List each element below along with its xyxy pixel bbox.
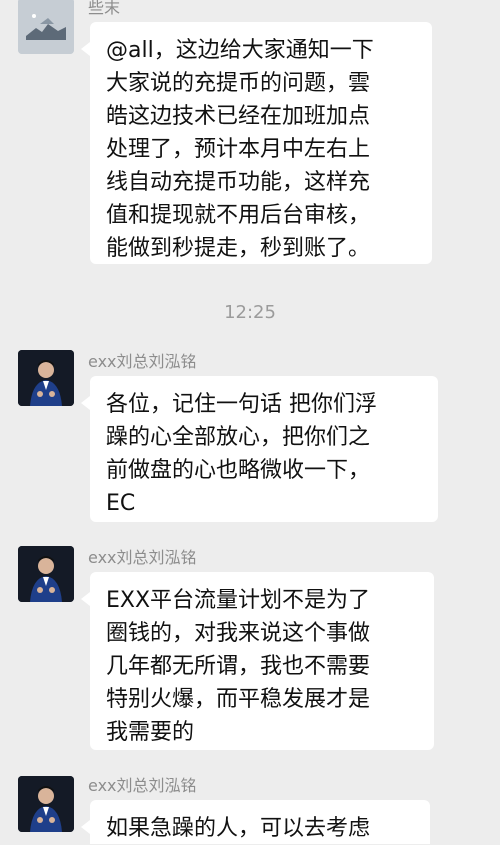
message-text-line: 前做盘的心也略微收一下， bbox=[106, 458, 371, 483]
message-text-line: EXX平台流量计划不是为了 bbox=[106, 588, 371, 613]
sender-name: exx刘总刘泓铭 bbox=[88, 776, 197, 795]
message-bubble[interactable]: EXX平台流量计划不是为了 圈钱的，对我来说这个事做 几年都无所谓，我也不需要 … bbox=[81, 572, 434, 750]
sender-name: exx刘总刘泓铭 bbox=[88, 352, 197, 371]
landscape-avatar[interactable] bbox=[18, 0, 74, 54]
message-text-line: 几年都无所谓，我也不需要 bbox=[106, 654, 371, 679]
message-text-line: @all，这边给大家通知一下 bbox=[106, 38, 374, 63]
message-text-line: 能做到秒提走，秒到账了。 bbox=[106, 236, 371, 261]
message-text-line: 特别火爆，而平稳发展才是 bbox=[106, 687, 371, 712]
message-text-line: 线自动充提币功能，这样充 bbox=[106, 170, 371, 195]
person-avatar[interactable] bbox=[18, 350, 74, 406]
message-text-line: 皓这边技术已经在加班加点 bbox=[106, 104, 371, 129]
message-bubble[interactable]: 各位，记住一句话 把你们浮 躁的心全部放心，把你们之 前做盘的心也略微收一下， … bbox=[81, 376, 438, 522]
message-text-line: EC bbox=[106, 491, 136, 516]
message-text-line: 各位，记住一句话 把你们浮 bbox=[106, 392, 377, 417]
message-text-line: 圈钱的，对我来说这个事做 bbox=[106, 621, 371, 646]
message-text-line: 如果急躁的人，可以去考虑 bbox=[106, 816, 371, 841]
message-bubble[interactable]: @all，这边给大家通知一下 大家说的充提币的问题，雲 皓这边技术已经在加班加点… bbox=[81, 22, 432, 264]
message-text-line: 处理了，预计本月中左右上 bbox=[106, 137, 371, 162]
person-avatar[interactable] bbox=[18, 776, 74, 832]
sender-name: 些末 bbox=[88, 0, 121, 17]
timestamp: 12:25 bbox=[224, 302, 276, 323]
message-bubble[interactable]: 如果急躁的人，可以去考虑 bbox=[81, 800, 430, 844]
chat-view: 些末 @all，这边给大家通知一下 大家说的充提币的问题，雲 皓这边技术已经在加… bbox=[0, 0, 500, 844]
person-avatar[interactable] bbox=[18, 546, 74, 602]
message-text-line: 大家说的充提币的问题，雲 bbox=[106, 71, 371, 96]
sender-name: exx刘总刘泓铭 bbox=[88, 548, 197, 567]
message-text-line: 值和提现就不用后台审核， bbox=[106, 203, 371, 228]
message-text-line: 我需要的 bbox=[106, 720, 195, 745]
message-text-line: 躁的心全部放心，把你们之 bbox=[106, 425, 371, 450]
